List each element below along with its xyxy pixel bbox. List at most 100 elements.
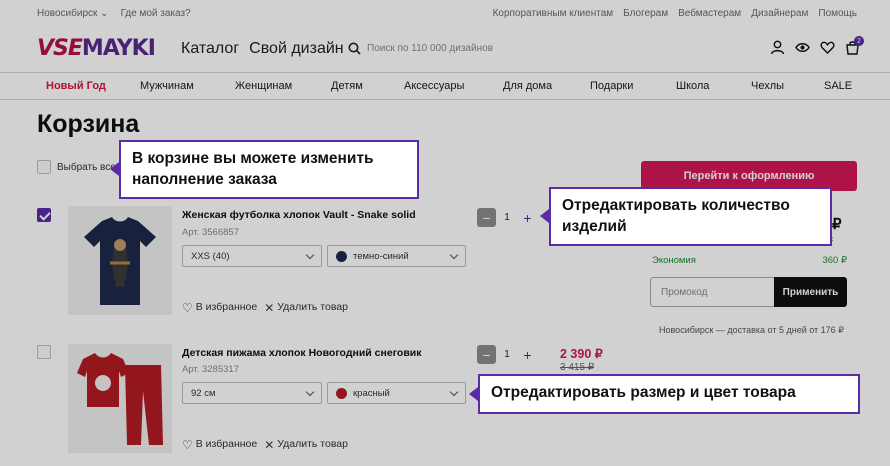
category-sale[interactable]: SALE	[824, 80, 852, 92]
category-women[interactable]: Женщинам	[235, 80, 292, 92]
product-image[interactable]	[68, 344, 172, 453]
chevron-down-icon	[305, 250, 315, 260]
color-select[interactable]: темно-синий	[327, 245, 466, 267]
increase-button[interactable]: +	[518, 208, 537, 227]
product-image[interactable]	[68, 206, 172, 315]
main-nav: Каталог Свой дизайн	[181, 40, 344, 58]
size-select[interactable]: XXS (40)	[182, 245, 322, 267]
color-swatch	[336, 250, 347, 262]
callout-edit-size-color: Отредактировать размер и цвет товара	[469, 374, 860, 414]
favorite-button[interactable]: ♡ В избранное	[182, 301, 257, 315]
economy-row: Экономия 360 ₽	[652, 255, 847, 266]
quantity-value: 1	[504, 212, 510, 223]
size-value: XXS (40)	[191, 250, 230, 262]
search-placeholder: Поиск по 110 000 дизайнов	[367, 43, 493, 54]
item-checkbox[interactable]	[37, 345, 51, 359]
link-bloggers[interactable]: Блогерам	[623, 8, 668, 19]
decrease-button[interactable]: −	[477, 208, 496, 227]
item-price: 2 390 ₽	[560, 347, 603, 361]
product-name[interactable]: Женская футболка хлопок Vault - Snake so…	[182, 209, 416, 221]
delivery-city: Новосибирск	[659, 325, 714, 335]
category-accessories[interactable]: Аксессуары	[404, 80, 464, 92]
size-select[interactable]: 92 см	[182, 382, 322, 404]
delivery-price: 176 ₽	[820, 325, 844, 335]
delivery-info: Новосибирск — доставка от 5 дней от 176 …	[659, 325, 844, 336]
category-gifts[interactable]: Подарки	[590, 80, 633, 92]
callout-change-order: В корзине вы можете изменить наполнение …	[110, 140, 419, 199]
color-swatch	[336, 387, 347, 399]
chevron-down-icon	[305, 387, 315, 397]
category-home[interactable]: Для дома	[503, 80, 552, 92]
city-label: Новосибирск	[37, 8, 98, 19]
size-value: 92 см	[191, 387, 216, 399]
category-school[interactable]: Школа	[676, 80, 709, 92]
chevron-down-icon	[449, 387, 459, 397]
favorite-button[interactable]: ♡ В избранное	[182, 438, 257, 452]
heart-icon: ♡	[182, 438, 193, 452]
remove-label: Удалить товар	[277, 301, 348, 313]
item-checkbox[interactable]	[37, 208, 51, 222]
link-help[interactable]: Помощь	[818, 8, 857, 19]
promo-code-input[interactable]: Промокод	[650, 277, 774, 307]
close-icon: ✕	[264, 438, 275, 452]
decrease-button[interactable]: −	[477, 345, 496, 364]
product-article: Арт. 3566857	[182, 227, 239, 238]
page-title: Корзина	[37, 110, 140, 138]
item-old-price: 3 415 ₽	[560, 362, 595, 373]
callout-arrow	[469, 387, 478, 401]
link-designers[interactable]: Дизайнерам	[751, 8, 808, 19]
logo-part-vse: VSE	[37, 36, 83, 61]
color-value: красный	[353, 387, 390, 399]
cart-button[interactable]: 2	[845, 36, 864, 55]
category-nav: Новый Год Мужчинам Женщинам Детям Аксесс…	[0, 72, 890, 100]
quantity-stepper[interactable]: − 1 +	[477, 208, 537, 227]
logo-part-mayki: MAYKI	[81, 36, 156, 61]
link-webmasters[interactable]: Вебмастерам	[678, 8, 741, 19]
own-design-link[interactable]: Свой дизайн	[249, 40, 343, 58]
search-icon	[348, 42, 361, 55]
link-corporate[interactable]: Корпоративным клиентам	[493, 8, 614, 19]
economy-value: 360 ₽	[822, 255, 847, 266]
site-logo[interactable]: VSE MAYKI	[37, 36, 156, 61]
city-selector[interactable]: Новосибирск ⌄	[37, 8, 109, 19]
heart-icon: ♡	[182, 301, 193, 315]
remove-button[interactable]: ✕ Удалить товар	[264, 301, 348, 315]
callout-arrow	[110, 162, 119, 176]
item-actions: ♡ В избранное ✕ Удалить товар	[182, 301, 348, 315]
user-icon[interactable]	[770, 40, 785, 55]
category-cases[interactable]: Чехлы	[751, 80, 784, 92]
category-men[interactable]: Мужчинам	[140, 80, 194, 92]
select-all-label: Выбрать все	[57, 161, 116, 173]
tshirt-image	[84, 216, 156, 305]
quantity-stepper[interactable]: − 1 +	[477, 345, 537, 364]
search-bar[interactable]: Поиск по 110 000 дизайнов	[348, 42, 493, 55]
category-kids[interactable]: Детям	[331, 80, 363, 92]
header-icons: 2	[770, 36, 864, 55]
color-value: темно-синий	[353, 250, 409, 262]
remove-button[interactable]: ✕ Удалить товар	[264, 438, 348, 452]
catalog-link[interactable]: Каталог	[181, 40, 239, 58]
favorite-label: В избранное	[195, 438, 258, 450]
callout-edit-quantity-text: Отредактировать количество изделий	[562, 197, 790, 235]
chevron-down-icon	[449, 250, 459, 260]
category-new-year[interactable]: Новый Год	[46, 80, 106, 92]
increase-button[interactable]: +	[518, 345, 537, 364]
callout-change-order-text: В корзине вы можете изменить наполнение …	[132, 150, 374, 188]
pajama-image	[77, 352, 163, 445]
delivery-text: — доставка от 5 дней от	[713, 325, 821, 335]
callout-edit-quantity: Отредактировать количество изделий	[540, 187, 832, 246]
heart-icon[interactable]	[820, 40, 835, 55]
where-order-link[interactable]: Где мой заказ?	[121, 8, 191, 19]
cart-count-badge: 2	[854, 36, 864, 46]
apply-promo-button[interactable]: Применить	[774, 277, 847, 307]
callout-arrow	[540, 209, 549, 223]
product-article: Арт. 3285317	[182, 364, 239, 375]
top-bar: Новосибирск ⌄ Где мой заказ? Корпоративн…	[0, 0, 890, 28]
chevron-down-icon: ⌄	[100, 8, 109, 19]
eye-icon[interactable]	[795, 40, 810, 55]
select-all[interactable]: Выбрать все	[37, 160, 116, 174]
quantity-value: 1	[504, 349, 510, 360]
product-name[interactable]: Детская пижама хлопок Новогодний снегови…	[182, 347, 422, 359]
select-all-checkbox[interactable]	[37, 160, 51, 174]
color-select[interactable]: красный	[327, 382, 466, 404]
